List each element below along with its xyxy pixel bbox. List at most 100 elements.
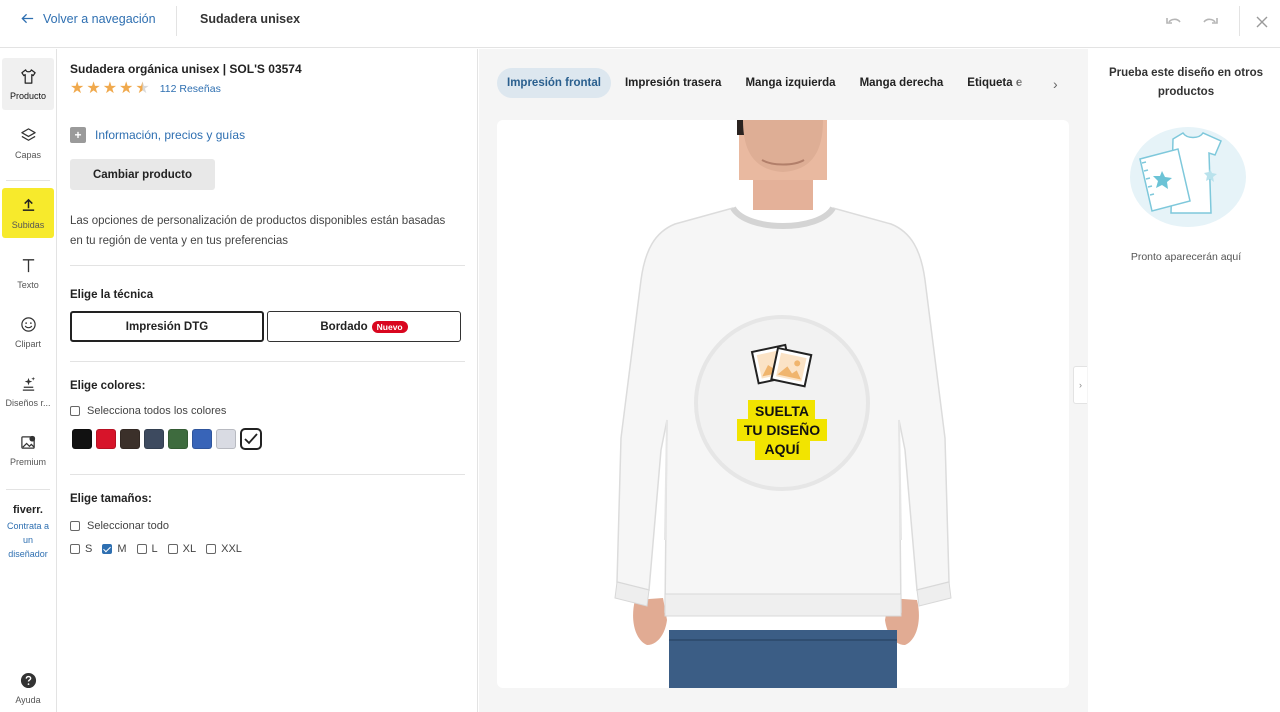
rail-item-label: Capas [14, 149, 41, 160]
shirt-icon [20, 68, 36, 84]
size-label: XXL [221, 543, 242, 555]
rail-item-designs[interactable]: Diseños r... [2, 365, 54, 417]
size-option-s[interactable]: S [70, 543, 92, 555]
divider [1239, 6, 1240, 36]
color-swatch-brown[interactable] [120, 429, 140, 449]
color-swatch-light-gray[interactable] [216, 429, 236, 449]
size-checkbox[interactable] [136, 544, 147, 554]
product-panel: Sudadera orgánica unisex | SOL'S 03574 ★… [58, 49, 478, 712]
size-option-xl[interactable]: XL [167, 543, 197, 555]
tab-label[interactable]: Etiqueta e [957, 68, 1032, 98]
drop-zone-line-3: AQUÍ [765, 441, 801, 457]
product-mockup-canvas[interactable]: SUELTA TU DISEÑO AQUÍ [497, 120, 1069, 688]
page-title: Sudadera unisex [200, 12, 301, 26]
sweatshirt-mockup: SUELTA TU DISEÑO AQUÍ [614, 120, 952, 688]
size-option-l[interactable]: L [136, 543, 158, 555]
rail-item-label: Subidas [10, 218, 46, 231]
star-icon: ★ [70, 80, 85, 97]
select-all-sizes[interactable]: Seleccionar todo [70, 520, 169, 532]
hire-line-3: diseñador [8, 549, 48, 559]
fiverr-logo: fiverr. [13, 504, 43, 516]
change-product-button[interactable]: Cambiar producto [70, 159, 215, 190]
color-swatches [72, 428, 262, 450]
tab-right-sleeve[interactable]: Manga derecha [850, 68, 954, 98]
new-badge: Nuevo [371, 320, 408, 333]
info-prices-guides-link[interactable]: + Información, precios y guías [70, 127, 245, 143]
back-to-navigation-link[interactable]: Volver a navegación [20, 11, 156, 26]
divider [70, 265, 465, 266]
redo-icon [1203, 18, 1218, 24]
tab-left-sleeve[interactable]: Manga izquierda [735, 68, 845, 98]
rail-item-text[interactable]: Texto [2, 247, 54, 299]
rail-item-label: Texto [17, 279, 39, 290]
tabs-scroll-right-icon[interactable]: › [1053, 76, 1058, 92]
size-label: XL [182, 543, 197, 555]
select-all-colors[interactable]: Selecciona todos los colores [70, 405, 226, 417]
tshirt-notebook-illustration [1130, 127, 1246, 227]
color-swatch-navy[interactable] [144, 429, 164, 449]
tab-front-print[interactable]: Impresión frontal [497, 68, 611, 98]
other-products-panel: Prueba este diseño en otros productos Pr… [1088, 49, 1280, 712]
tab-back-print[interactable]: Impresión trasera [615, 68, 732, 98]
size-checkbox[interactable] [70, 544, 80, 554]
info-plus-icon: + [70, 127, 86, 143]
select-all-sizes-checkbox[interactable] [70, 521, 80, 531]
size-option-m[interactable]: M [102, 543, 127, 555]
hire-line-2: un [22, 535, 33, 545]
rail-item-help[interactable]: Ayuda [2, 662, 54, 712]
star-icon: ★ [119, 80, 134, 97]
technique-label: Bordado [320, 320, 368, 333]
info-link-label: Información, precios y guías [95, 128, 246, 142]
rail-item-label: Producto [9, 90, 47, 101]
divider [70, 474, 465, 475]
help-icon [20, 672, 36, 688]
sparkle-icon [22, 376, 35, 391]
select-all-colors-checkbox[interactable] [70, 406, 80, 416]
drop-zone-line-1: SUELTA [755, 403, 809, 419]
placement-tabs: Impresión frontal Impresión trasera Mang… [497, 68, 1057, 98]
redo-button[interactable] [1199, 11, 1221, 33]
size-checkbox[interactable] [167, 544, 178, 554]
size-option-xxl[interactable]: XXL [206, 543, 242, 555]
top-bar: Volver a navegación Sudadera unisex [0, 0, 1280, 48]
coming-soon-note: Pronto aparecerán aquí [1130, 251, 1242, 263]
close-button[interactable] [1251, 11, 1273, 33]
rail-item-product[interactable]: Producto [2, 58, 54, 110]
rail-item-clipart[interactable]: Clipart [2, 306, 54, 358]
rail-item-uploads[interactable]: Subidas [2, 188, 54, 238]
arrow-left-icon [21, 13, 34, 24]
undo-button[interactable] [1163, 11, 1185, 33]
text-icon [22, 258, 34, 272]
star-icon: ★ [86, 80, 101, 97]
color-swatch-green[interactable] [168, 429, 188, 449]
rail-item-label: Clipart [14, 338, 41, 349]
hire-line-1: Contrata a [6, 521, 50, 531]
rail-item-premium[interactable]: Premium [2, 424, 54, 476]
color-swatch-black[interactable] [72, 429, 92, 449]
collapse-right-panel-button[interactable]: › [1073, 366, 1087, 404]
products-illustration [1128, 119, 1248, 234]
reviews-link[interactable]: 112 Reseñas [160, 83, 221, 95]
close-icon [1256, 16, 1268, 28]
color-swatch-blue[interactable] [192, 429, 212, 449]
hire-designer-link[interactable]: fiverr. Contrata a un diseñador [2, 503, 54, 561]
upload-icon [22, 198, 34, 211]
rail-item-label: Diseños r... [5, 397, 51, 408]
rail-item-layers[interactable]: Capas [2, 117, 54, 169]
color-swatch-white-selected[interactable] [240, 428, 262, 450]
technique-embroidery-button[interactable]: Bordado Nuevo [267, 311, 461, 342]
select-all-colors-label: Selecciona todos los colores [87, 405, 227, 417]
checkmark-icon [244, 433, 258, 445]
color-swatch-red[interactable] [96, 429, 116, 449]
divider [70, 361, 465, 362]
star-icon: ★ [102, 80, 118, 97]
size-checkbox[interactable] [206, 544, 217, 554]
undo-icon [1166, 18, 1181, 24]
size-options: S M L XL XXL [70, 543, 242, 555]
size-checkbox[interactable] [102, 544, 113, 554]
select-all-sizes-label: Seleccionar todo [87, 520, 169, 532]
smiley-icon [20, 316, 36, 332]
divider [176, 6, 177, 36]
rail-item-label: Ayuda [15, 694, 41, 705]
technique-dtg-button[interactable]: Impresión DTG [70, 311, 264, 342]
